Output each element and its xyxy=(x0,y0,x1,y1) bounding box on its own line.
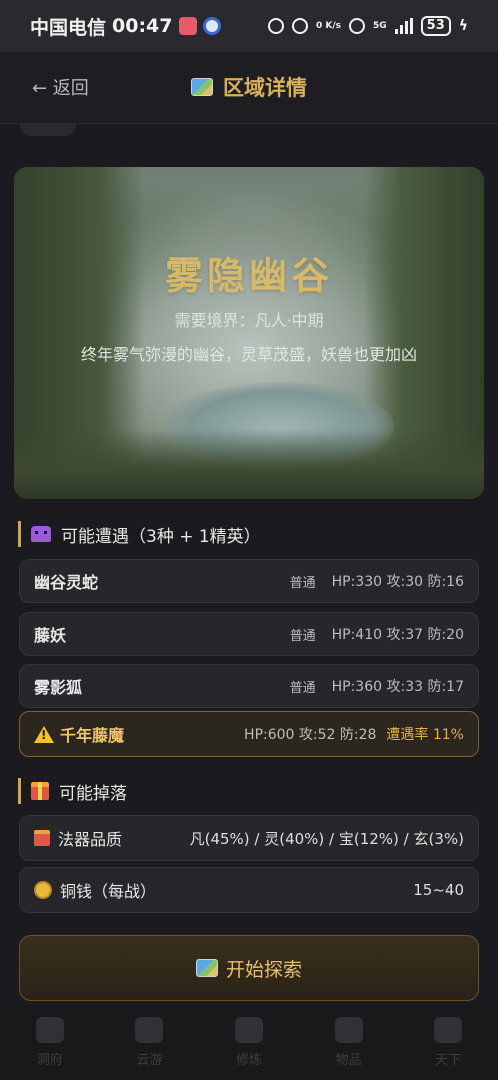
app-eye-icon xyxy=(202,17,221,35)
map-icon xyxy=(135,1017,164,1043)
start-explore-label: 开始探索 xyxy=(225,958,302,981)
network-type: 5G xyxy=(373,20,387,31)
nav-label: 洞府 xyxy=(36,1053,63,1068)
region-description: 终年雾气弥漫的幽谷，灵草茂盛，妖兽也更加凶 xyxy=(80,345,417,364)
gift-icon xyxy=(34,830,50,846)
wifi-icon xyxy=(349,18,365,34)
drop-label-group: 法器品质 xyxy=(34,826,122,850)
map-icon xyxy=(195,959,218,977)
drop-row-quality: 法器品质 凡(45%) / 灵(40%) / 宝(12%) / 玄(3%) xyxy=(19,815,479,861)
drop-row-coins: 铜钱（每战） 15~40 xyxy=(19,867,479,913)
drop-label-group: 铜钱（每战） xyxy=(34,878,156,902)
drops-section-title: 可能掉落 xyxy=(18,778,127,804)
alarm-icon xyxy=(267,18,284,34)
nav-label: 天下 xyxy=(435,1053,462,1068)
elite-monster-name-group: 千年藤魔 xyxy=(34,722,124,746)
start-explore-button[interactable]: 开始探索 xyxy=(19,935,479,1001)
nav-item-world: 天下 xyxy=(434,1017,463,1068)
warning-icon xyxy=(34,725,54,743)
coin-icon xyxy=(34,881,52,899)
battery-indicator: 53 xyxy=(420,16,451,36)
monster-stats: HP:360 攻:33 防:17 xyxy=(331,679,464,695)
elite-monster-stats: HP:600 攻:52 防:28 xyxy=(244,727,377,743)
bottom-nav: 洞府 云游 修炼 物品 天下 xyxy=(0,1005,498,1080)
signal-icon xyxy=(394,18,413,34)
region-hero-card: 雾隐幽谷 需要境界：凡人·中期 终年雾气弥漫的幽谷，灵草茂盛，妖兽也更加凶 xyxy=(14,167,484,499)
top-header: ← 返回 区域详情 xyxy=(0,52,498,124)
clock: 00:47 xyxy=(112,15,173,37)
temple-icon xyxy=(434,1017,463,1043)
background-avatar xyxy=(20,124,76,136)
elite-encounter-rate: 遭遇率 11% xyxy=(386,727,464,743)
bag-icon xyxy=(334,1017,363,1043)
monster-name: 藤妖 xyxy=(34,626,67,645)
meditate-icon xyxy=(234,1017,263,1043)
monster-row[interactable]: 藤妖 普通 HP:410 攻:37 防:20 xyxy=(19,612,479,656)
monster-name: 雾影狐 xyxy=(34,678,83,697)
monster-tier: 普通 xyxy=(289,575,316,591)
home-icon xyxy=(35,1017,64,1043)
monster-icon xyxy=(31,526,51,542)
monster-stats: HP:330 攻:30 防:16 xyxy=(331,574,464,590)
nav-item-home: 洞府 xyxy=(35,1017,64,1068)
drop-value: 凡(45%) / 灵(40%) / 宝(12%) / 玄(3%) xyxy=(189,829,464,848)
charging-icon: ϟ xyxy=(458,18,468,34)
hero-ground xyxy=(14,429,484,499)
monster-row[interactable]: 雾影狐 普通 HP:360 攻:33 防:17 xyxy=(19,664,479,708)
map-icon xyxy=(191,78,213,96)
net-speed: 0 K/s xyxy=(315,20,341,31)
region-requirement: 需要境界：凡人·中期 xyxy=(174,311,324,330)
monster-stats: HP:410 攻:37 防:20 xyxy=(331,627,464,643)
encounters-section-title: 可能遭遇（3种 + 1精英） xyxy=(18,521,261,547)
gift-icon xyxy=(31,782,49,800)
page-title-text: 区域详情 xyxy=(223,76,307,100)
drop-label: 铜钱（每战） xyxy=(60,882,157,901)
nav-item-travel: 云游 xyxy=(135,1017,164,1068)
drops-title-text: 可能掉落 xyxy=(59,783,127,804)
monster-tier: 普通 xyxy=(289,680,316,696)
carrier-label: 中国电信 xyxy=(30,16,107,39)
nav-label: 修炼 xyxy=(235,1053,262,1068)
page-title: 区域详情 xyxy=(0,72,498,102)
monster-row[interactable]: 幽谷灵蛇 普通 HP:330 攻:30 防:16 xyxy=(19,559,479,603)
nav-label: 物品 xyxy=(335,1053,362,1068)
nav-item-items: 物品 xyxy=(334,1017,363,1068)
monster-tier: 普通 xyxy=(289,628,316,644)
monster-name: 幽谷灵蛇 xyxy=(34,573,99,592)
status-bar: 中国电信 00:47 0 K/s 5G 53 ϟ xyxy=(0,0,498,52)
drop-value: 15~40 xyxy=(413,881,464,899)
encounters-title-text: 可能遭遇（3种 + 1精英） xyxy=(61,526,261,547)
elite-monster-row[interactable]: 千年藤魔 HP:600 攻:52 防:28 遭遇率 11% xyxy=(19,711,479,757)
elite-monster-name: 千年藤魔 xyxy=(60,726,125,745)
drop-label: 法器品质 xyxy=(58,830,123,849)
region-name: 雾隐幽谷 xyxy=(164,254,333,298)
nav-item-cultivate: 修炼 xyxy=(234,1017,263,1068)
mute-icon xyxy=(291,18,308,34)
nav-label: 云游 xyxy=(136,1053,163,1068)
app-notification-icon xyxy=(178,17,197,35)
